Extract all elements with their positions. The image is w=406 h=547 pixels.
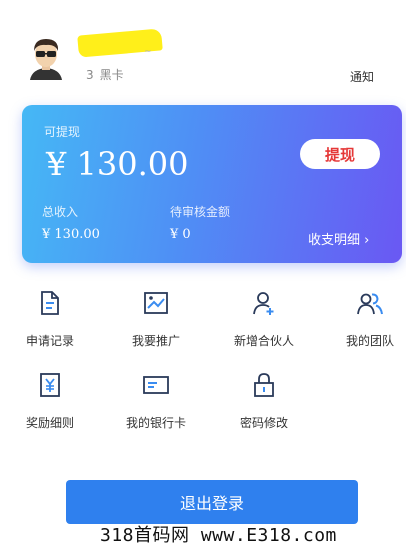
total-income-value: ¥ 130.00 [42, 227, 100, 242]
image-chart-icon [144, 292, 168, 314]
menu-label: 申请记录 [25, 334, 74, 348]
user-meta: 3 黑卡 [86, 66, 124, 83]
balance-card: 可提现 ¥ 130.00 提现 总收入 ¥ 130.00 待审核金额 ¥ 0 收… [22, 105, 402, 263]
notification-link[interactable]: 通知 [350, 68, 374, 85]
menu-label: 奖励细则 [25, 416, 74, 430]
lock-icon [254, 373, 274, 397]
member-tier: 黑卡 [99, 68, 124, 82]
yen-doc-icon [40, 373, 60, 397]
pending-value: ¥ 0 [170, 227, 191, 242]
user-id-suffix: 3 [86, 68, 94, 82]
watermark: 318首码网 www.E318.com [100, 525, 337, 546]
logout-button[interactable]: 退出登录 [66, 480, 358, 524]
menu-add-partner[interactable]: 新增合伙人 [214, 290, 314, 354]
menu-my-team[interactable]: 我的团队 [320, 290, 406, 354]
income-detail-link[interactable]: 收支明细 › [308, 229, 369, 248]
available-label: 可提现 [44, 125, 81, 139]
menu-change-password[interactable]: 密码修改 [214, 372, 314, 436]
username-tail: ~ [144, 47, 152, 57]
menu-reward-rules[interactable]: 奖励细则 [0, 372, 100, 436]
menu-promote[interactable]: 我要推广 [106, 290, 206, 354]
withdraw-button[interactable]: 提现 [300, 139, 380, 169]
document-icon [41, 291, 59, 315]
total-income-label: 总收入 [42, 205, 79, 219]
menu-apply-records[interactable]: 申请记录 [0, 290, 100, 354]
profile-header: ~ 3 黑卡 通知 [0, 0, 406, 92]
available-amount: ¥ 130.00 [46, 145, 189, 183]
pending-label: 待审核金额 [170, 205, 231, 219]
team-icon [357, 293, 383, 315]
menu-label: 新增合伙人 [233, 334, 294, 348]
menu-label: 密码修改 [239, 416, 288, 430]
add-user-icon [253, 292, 274, 315]
bank-card-icon [143, 376, 169, 394]
menu-label: 我要推广 [131, 334, 180, 348]
menu-label: 我的银行卡 [125, 416, 186, 430]
menu-label: 我的团队 [345, 334, 394, 348]
menu-bank-card[interactable]: 我的银行卡 [106, 372, 206, 436]
avatar[interactable] [26, 36, 66, 80]
